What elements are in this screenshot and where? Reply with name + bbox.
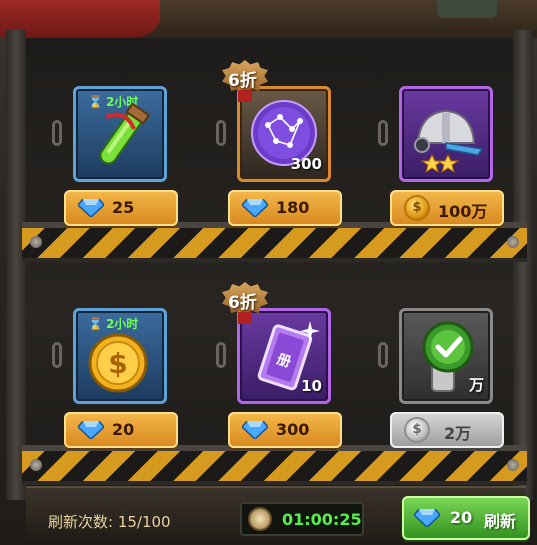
bolt-icon bbox=[507, 236, 519, 248]
item-quantity: 万 bbox=[468, 376, 484, 394]
gold-dollar-coin-icon: $ bbox=[88, 333, 148, 393]
discount-text: 6折 bbox=[228, 71, 257, 91]
shop-screen: ⌛ 2小时 25 300 6折 180 $ 100万 ⌛ 2小时 $ 20 册 … bbox=[0, 0, 537, 545]
hook-icon bbox=[378, 120, 388, 146]
shelf-plank-bottom bbox=[22, 445, 527, 485]
clock-icon bbox=[250, 509, 270, 529]
hook-icon bbox=[378, 342, 388, 368]
diamond-icon bbox=[242, 199, 268, 217]
buy-button[interactable]: $ 2万 bbox=[390, 412, 504, 448]
buy-button[interactable]: 300 bbox=[228, 412, 342, 448]
bolt-icon bbox=[507, 459, 519, 471]
item-price: 2万 bbox=[444, 424, 472, 443]
diamond-icon bbox=[242, 421, 268, 439]
buy-button[interactable]: 20 bbox=[64, 412, 178, 448]
item-price: 20 bbox=[112, 420, 135, 439]
discount-badge: 6折 bbox=[222, 60, 276, 102]
silver-helmet-icon bbox=[414, 109, 484, 174]
refresh-price: 20 bbox=[450, 508, 473, 527]
discount-badge: 6折 bbox=[222, 282, 276, 324]
bolt-icon bbox=[30, 236, 42, 248]
hook-icon bbox=[216, 342, 226, 368]
buy-button[interactable]: 180 bbox=[228, 190, 342, 226]
refresh-label: 刷新 bbox=[484, 512, 517, 531]
diamond-icon bbox=[78, 199, 104, 217]
discount-text: 6折 bbox=[228, 293, 257, 313]
item-price: 25 bbox=[112, 198, 135, 217]
diamond-icon bbox=[414, 509, 440, 527]
shelf-post-left bbox=[6, 30, 26, 500]
refresh-button[interactable]: 20 刷新 bbox=[402, 496, 530, 540]
refresh-count: 刷新次数: 15/100 bbox=[48, 513, 171, 531]
bolt-icon bbox=[30, 459, 42, 471]
item-quantity: 10 bbox=[301, 377, 322, 395]
item-price: 300 bbox=[276, 420, 310, 439]
shelf-plank-top bbox=[22, 222, 527, 262]
ribbon-icon bbox=[238, 90, 252, 102]
top-decoration bbox=[0, 0, 537, 38]
silver-coin-icon: $ bbox=[406, 419, 428, 441]
green-potion-icon bbox=[99, 102, 151, 165]
shelf-post-right bbox=[513, 30, 533, 500]
item-frame[interactable]: 万 bbox=[399, 308, 493, 404]
device-decoration bbox=[437, 0, 497, 18]
svg-text:$: $ bbox=[108, 347, 127, 380]
item-price: 180 bbox=[276, 198, 310, 217]
item-price: 100万 bbox=[438, 202, 488, 221]
hook-icon bbox=[216, 120, 226, 146]
ribbon-icon bbox=[238, 312, 252, 324]
buy-button[interactable]: $ 100万 bbox=[390, 190, 504, 226]
hook-icon bbox=[52, 120, 62, 146]
refresh-countdown: 01:00:25 bbox=[240, 502, 364, 536]
countdown-text: 01:00:25 bbox=[282, 510, 362, 529]
item-quantity: 300 bbox=[290, 155, 322, 173]
hook-icon bbox=[52, 342, 62, 368]
item-frame[interactable]: ⌛ 2小时 $ bbox=[73, 308, 167, 404]
item-frame[interactable] bbox=[399, 86, 493, 182]
item-frame[interactable]: ⌛ 2小时 bbox=[73, 86, 167, 182]
gold-coin-icon: $ bbox=[406, 197, 428, 219]
diamond-icon bbox=[78, 421, 104, 439]
buy-button[interactable]: 25 bbox=[64, 190, 178, 226]
